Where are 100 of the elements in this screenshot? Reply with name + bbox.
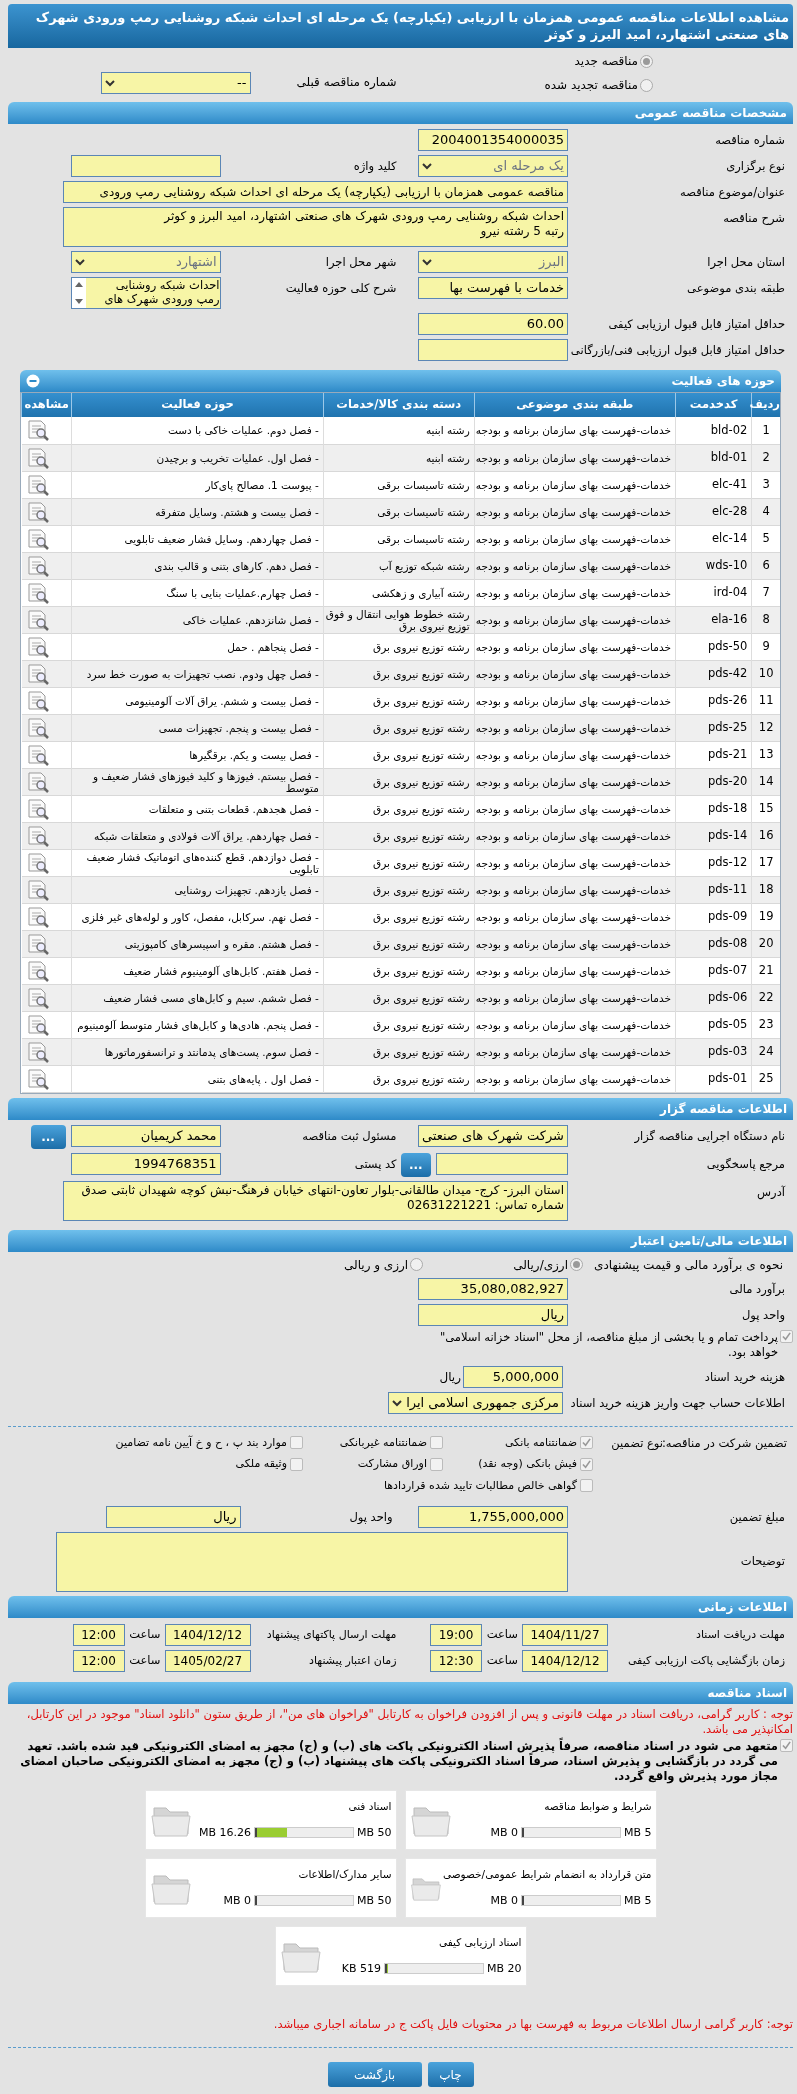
checkbox[interactable] xyxy=(580,1479,593,1493)
view-document-icon[interactable] xyxy=(25,1040,50,1063)
text-field[interactable]: 19:00 xyxy=(430,1624,482,1646)
more-button[interactable]: ... xyxy=(400,1152,432,1177)
view-document-icon[interactable] xyxy=(25,554,50,577)
field-label: هزینه خرید اسناد xyxy=(703,1369,786,1384)
text-field[interactable]: 12:30 xyxy=(430,1650,482,1672)
checkbox[interactable] xyxy=(290,1457,303,1471)
table-cell: pds-12 xyxy=(675,849,752,876)
text-field[interactable]: 5,000,000 xyxy=(463,1365,563,1388)
table-cell: 2 xyxy=(751,444,780,471)
text-area[interactable] xyxy=(56,1532,568,1592)
table-cell: pds-01 xyxy=(675,1065,752,1092)
text-field[interactable]: مناقصه عمومی همزمان با ارزیابی (یکپارچه) یک مرحله ای احداث شبکه روشنایی رمپ ورودی xyxy=(63,181,568,203)
checkbox[interactable] xyxy=(430,1436,443,1450)
view-document-icon[interactable] xyxy=(25,500,50,523)
text-field[interactable]: خدمات با فهرست بها xyxy=(418,277,568,299)
text-field[interactable]: 1,755,000,000 xyxy=(418,1506,568,1528)
view-document-icon[interactable] xyxy=(25,662,50,685)
text-field[interactable]: ریال xyxy=(105,1506,241,1528)
checkbox[interactable] xyxy=(780,1329,793,1343)
dropdown[interactable]: -- xyxy=(100,72,251,94)
text-field[interactable]: محمد کریمیان xyxy=(70,1124,221,1147)
size-limit: 50 MB xyxy=(356,1824,392,1841)
text-field[interactable]: 1404/11/27 xyxy=(522,1624,608,1646)
checkbox[interactable] xyxy=(780,1739,793,1752)
radio-button[interactable] xyxy=(570,1258,583,1271)
text-field[interactable]: شرکت شهرک های صنعتی xyxy=(418,1124,568,1147)
text-field[interactable]: 35,080,082,927 xyxy=(418,1277,568,1300)
collapse-icon[interactable] xyxy=(26,374,40,388)
checkbox-label: اوراق مشارکت xyxy=(357,1456,427,1472)
view-document-icon[interactable] xyxy=(25,446,50,469)
view-document-icon[interactable] xyxy=(25,824,50,847)
field-label: واحد پول xyxy=(740,1307,786,1322)
table-cell: رشته ابنیه xyxy=(323,444,475,471)
table-cell: خدمات-فهرست بهای سازمان برنامه و بودجه xyxy=(474,714,676,741)
checkbox[interactable] xyxy=(580,1457,593,1471)
action-button[interactable]: چاپ xyxy=(427,2062,474,2088)
view-document-icon[interactable] xyxy=(25,878,50,901)
more-button[interactable]: ... xyxy=(30,1124,66,1149)
table-cell: خدمات-فهرست بهای سازمان برنامه و بودجه xyxy=(474,687,676,714)
unit-label: ریال xyxy=(439,1368,462,1386)
radio-button[interactable] xyxy=(640,54,653,68)
text-field[interactable]: 1404/12/12 xyxy=(522,1650,608,1672)
text-field[interactable]: 12:00 xyxy=(72,1624,125,1646)
view-document-icon[interactable] xyxy=(25,851,50,874)
size-used: 0 MB xyxy=(223,1892,251,1909)
view-document-icon[interactable] xyxy=(25,959,50,982)
text-area[interactable]: احداث شبکه روشنایی رمپ ورودی شهرک های صنعتی اشتهارد، امید البرز و کوثر رتبه 5 رشته نیرو xyxy=(63,207,568,247)
text-field[interactable]: 1405/02/27 xyxy=(164,1650,251,1672)
size-used: 519 KB xyxy=(341,1960,381,1977)
text-field[interactable] xyxy=(418,339,568,361)
section-title: اطلاعات مناقصه گزار xyxy=(660,1100,787,1118)
radio-button[interactable] xyxy=(410,1258,424,1271)
field-label: شماره مناقصه xyxy=(714,132,786,148)
view-document-icon[interactable] xyxy=(25,797,50,820)
table-cell: رشته توزیع نیروی برق xyxy=(323,1011,475,1038)
view-document-icon[interactable] xyxy=(25,1013,50,1036)
table-cell: wds-10 xyxy=(675,552,752,579)
field-label: شرح مناقصه xyxy=(722,210,786,226)
text-field[interactable]: 1994768351 xyxy=(70,1152,221,1175)
view-document-icon[interactable] xyxy=(25,581,50,604)
view-document-icon[interactable] xyxy=(25,608,50,631)
chevron-down-icon xyxy=(422,258,432,266)
text-field[interactable]: 2004001354000035 xyxy=(418,129,568,151)
action-button[interactable]: بازگشت xyxy=(327,2062,422,2088)
text-field[interactable]: 12:00 xyxy=(72,1650,125,1672)
view-document-icon[interactable] xyxy=(25,716,50,739)
checkbox[interactable] xyxy=(290,1436,303,1450)
field-label: ساعت xyxy=(485,1652,519,1670)
view-document-icon[interactable] xyxy=(25,986,50,1009)
view-document-icon[interactable] xyxy=(25,1067,50,1090)
view-document-icon[interactable] xyxy=(25,527,50,550)
view-document-icon[interactable] xyxy=(25,473,50,496)
text-field[interactable] xyxy=(70,155,221,177)
list-box[interactable]: احداث شبکه روشنایی رمپ ورودی شهرک های xyxy=(70,277,221,309)
checkbox[interactable] xyxy=(580,1436,593,1450)
text-field[interactable]: ریال xyxy=(418,1303,568,1326)
checkbox[interactable] xyxy=(430,1457,443,1471)
view-document-icon[interactable] xyxy=(25,419,50,442)
view-document-icon[interactable] xyxy=(25,743,50,766)
text-area[interactable]: استان البرز- کرج- میدان طالقانی-بلوار تعاون-انتهای خیابان فرهنگ-نبش کوچه شهیدان ثابتی صدق شماره تماس: 02631221221 xyxy=(63,1180,568,1221)
table-cell: ird-04 xyxy=(675,579,752,606)
view-document-icon[interactable] xyxy=(25,689,50,712)
checkbox-label: وثیقه ملکی xyxy=(235,1456,287,1472)
text-field[interactable]: 60.00 xyxy=(418,313,568,335)
view-document-icon[interactable] xyxy=(25,905,50,928)
text-field[interactable]: 1404/12/12 xyxy=(164,1624,251,1646)
checkbox-label: پرداخت تمام و یا بخشی از مبلغ مناقصه، از محل "اسناد خزانه اسلامی" خواهد بود. xyxy=(438,1329,778,1360)
view-document-icon[interactable] xyxy=(25,770,50,793)
view-document-icon[interactable] xyxy=(25,932,50,955)
table-cell: خدمات-فهرست بهای سازمان برنامه و بودجه xyxy=(474,903,676,930)
radio-button[interactable] xyxy=(640,78,653,92)
dropdown[interactable]: مرکزی جمهوری اسلامی ایرا xyxy=(388,1391,563,1414)
table-cell: رشته تاسیسات برقی xyxy=(323,471,475,498)
text-field[interactable] xyxy=(436,1152,568,1175)
table-cell: 16 xyxy=(751,822,780,849)
view-document-icon[interactable] xyxy=(25,635,50,658)
table-cell: 7 xyxy=(751,579,780,606)
commitment-text: متعهد می شود در اسناد مناقصه، صرفاً پذیرش اسناد الکترونیکی پاکت های (ب) و (ج) مجهز به امضای الکترونیکی قید شده باشد. تعهد می گردد در بازگشایی و پذیرش اسناد، صرفاً اسناد الکترونیکی پاکت های پیشنهاد (ب) و (ج) مجهز به امضای الکترونیکی صاحبان امضای مجاز مورد پذیرش واقع گردد. xyxy=(19,1739,778,1784)
